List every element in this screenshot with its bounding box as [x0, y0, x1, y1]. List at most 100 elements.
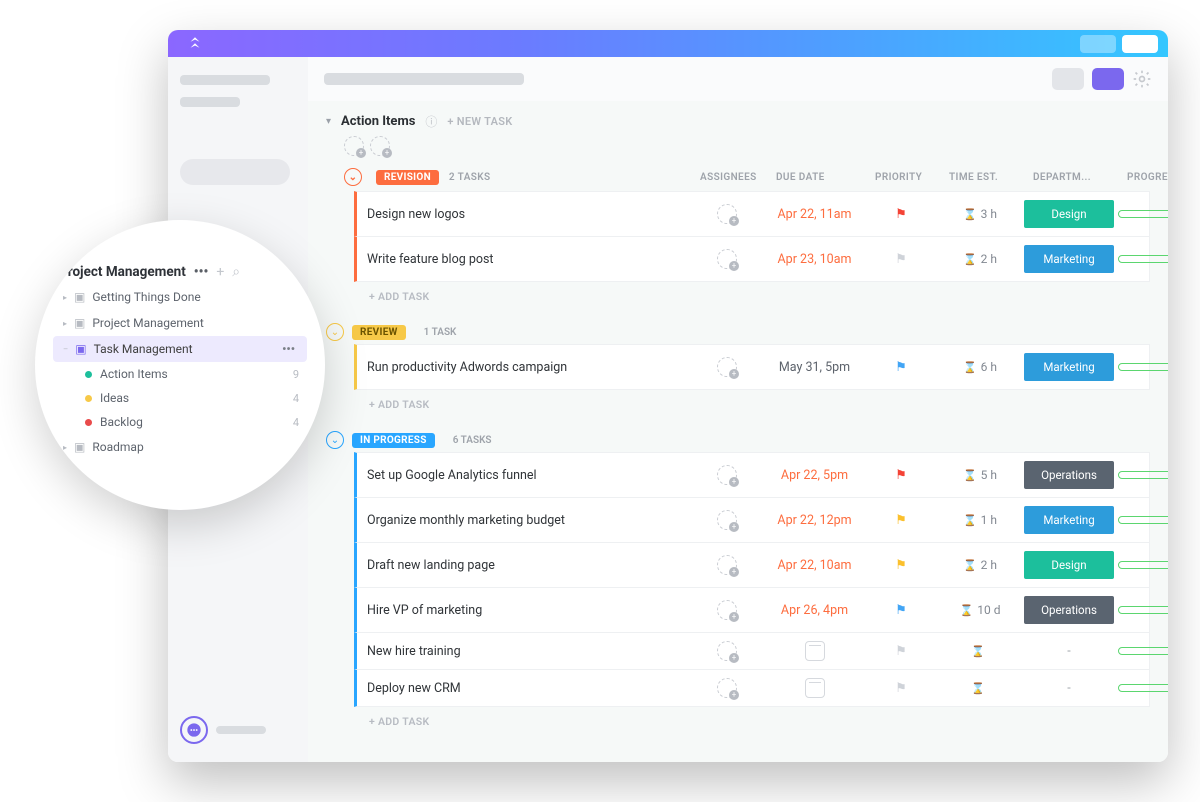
- task-row[interactable]: Draft new landing page + Apr 22, 10am ⚑ …: [354, 542, 1150, 588]
- tree-folder[interactable]: ▸ ▣ Roadmap: [53, 434, 307, 460]
- progress-cell[interactable]: 0%: [1118, 605, 1168, 616]
- priority-flag-icon[interactable]: ⚑: [866, 513, 936, 528]
- assignee-add-icon[interactable]: +: [717, 641, 737, 661]
- assignee-add-icon[interactable]: +: [717, 510, 737, 530]
- time-estimate[interactable]: ⌛6 h: [963, 360, 997, 374]
- due-date[interactable]: May 31, 5pm: [779, 360, 850, 375]
- progress-cell[interactable]: 0%: [1118, 560, 1168, 571]
- due-date[interactable]: Apr 26, 4pm: [781, 603, 848, 618]
- department-tag[interactable]: Design: [1024, 200, 1114, 228]
- priority-flag-icon[interactable]: ⚑: [866, 644, 936, 659]
- status-chip[interactable]: IN PROGRESS: [352, 433, 435, 448]
- task-row[interactable]: Design new logos + Apr 22, 11am ⚑ ⌛3 h D…: [354, 191, 1150, 237]
- status-chip[interactable]: REVIEW: [352, 325, 406, 340]
- collapse-group-icon[interactable]: ⌄: [326, 431, 344, 449]
- progress-cell[interactable]: 0%: [1118, 646, 1168, 657]
- tree-list[interactable]: Ideas 4: [53, 386, 307, 410]
- progress-cell[interactable]: 0%: [1118, 362, 1168, 373]
- department-tag[interactable]: Design: [1024, 551, 1114, 579]
- time-estimate[interactable]: ⌛5 h: [963, 468, 997, 482]
- task-row[interactable]: Run productivity Adwords campaign + May …: [354, 344, 1150, 390]
- department-tag[interactable]: Marketing: [1024, 353, 1114, 381]
- gear-icon[interactable]: [1132, 69, 1152, 89]
- task-row[interactable]: New hire training + ⚑ ⌛ - 0%: [354, 632, 1150, 670]
- task-name: Hire VP of marketing: [367, 603, 687, 618]
- tree-list[interactable]: Action Items 9: [53, 362, 307, 386]
- hourglass-icon[interactable]: ⌛: [971, 682, 985, 695]
- priority-flag-icon[interactable]: ⚑: [866, 558, 936, 573]
- view-toggle-1[interactable]: [1052, 68, 1084, 90]
- progress-cell[interactable]: 0%: [1118, 470, 1168, 481]
- time-estimate[interactable]: ⌛2 h: [963, 558, 997, 572]
- more-icon[interactable]: •••: [282, 342, 301, 356]
- due-date[interactable]: Apr 23, 10am: [778, 252, 852, 267]
- tree-folder[interactable]: – ▣ Task Management•••: [53, 336, 307, 362]
- hourglass-icon[interactable]: ⌛: [971, 645, 985, 658]
- department-tag[interactable]: Operations: [1024, 461, 1114, 489]
- collapse-group-icon[interactable]: ⌄: [326, 323, 344, 341]
- sidebar-skeleton: [216, 726, 266, 734]
- priority-flag-icon[interactable]: ⚑: [866, 681, 936, 696]
- department-empty[interactable]: -: [1067, 681, 1070, 696]
- tree-folder-label: Getting Things Done: [92, 290, 200, 304]
- task-row[interactable]: Organize monthly marketing budget + Apr …: [354, 497, 1150, 543]
- search-icon[interactable]: ⌕: [232, 264, 240, 280]
- time-estimate[interactable]: ⌛3 h: [963, 207, 997, 221]
- chevron-down-icon[interactable]: ▾: [326, 116, 331, 127]
- priority-flag-icon[interactable]: ⚑: [866, 468, 936, 483]
- space-title-row[interactable]: Project Management ••• + ⌕: [53, 260, 307, 284]
- add-task-button[interactable]: + ADD TASK: [354, 282, 1150, 311]
- task-row[interactable]: Write feature blog post + Apr 23, 10am ⚑…: [354, 236, 1150, 282]
- progress-cell[interactable]: 0%: [1118, 209, 1168, 220]
- progress-cell[interactable]: 0%: [1118, 254, 1168, 265]
- assignee-add-icon[interactable]: +: [717, 600, 737, 620]
- due-date[interactable]: Apr 22, 5pm: [781, 468, 848, 483]
- priority-flag-icon[interactable]: ⚑: [866, 360, 936, 375]
- priority-flag-icon[interactable]: ⚑: [866, 207, 936, 222]
- assignee-add-icon[interactable]: +: [717, 204, 737, 224]
- assignee-add-icon[interactable]: +: [717, 357, 737, 377]
- department-tag[interactable]: Operations: [1024, 596, 1114, 624]
- space-tree-popover: Project Management ••• + ⌕ ▸ ▣ Getting T…: [35, 220, 325, 510]
- priority-flag-icon[interactable]: ⚑: [866, 252, 936, 267]
- assignee-add-icon[interactable]: +: [717, 249, 737, 269]
- add-icon[interactable]: +: [216, 264, 224, 280]
- add-task-button[interactable]: + ADD TASK: [354, 390, 1150, 419]
- sidebar-search-pill[interactable]: [180, 159, 290, 185]
- task-row[interactable]: Deploy new CRM + ⚑ ⌛ - 0%: [354, 669, 1150, 707]
- tree-list[interactable]: Backlog 4: [53, 410, 307, 434]
- time-estimate[interactable]: ⌛1 h: [963, 513, 997, 527]
- calendar-icon[interactable]: [805, 678, 825, 698]
- progress-cell[interactable]: 0%: [1118, 683, 1168, 694]
- window-control-2[interactable]: [1122, 35, 1158, 53]
- tree-folder[interactable]: ▸ ▣ Getting Things Done: [53, 284, 307, 310]
- assignee-add-icon[interactable]: +: [717, 465, 737, 485]
- assignee-add-icon[interactable]: +: [344, 136, 364, 156]
- time-estimate[interactable]: ⌛10 d: [960, 603, 1001, 617]
- tree-folder[interactable]: ▸ ▣ Project Management: [53, 310, 307, 336]
- collapse-group-icon[interactable]: ⌄: [344, 168, 362, 186]
- department-tag[interactable]: Marketing: [1024, 506, 1114, 534]
- department-empty[interactable]: -: [1067, 644, 1070, 659]
- progress-cell[interactable]: 0%: [1118, 515, 1168, 526]
- chat-icon[interactable]: [180, 716, 208, 744]
- info-icon[interactable]: ⓘ: [425, 113, 437, 130]
- task-row[interactable]: Hire VP of marketing + Apr 26, 4pm ⚑ ⌛10…: [354, 587, 1150, 633]
- view-toggle-2[interactable]: [1092, 68, 1124, 90]
- due-date[interactable]: Apr 22, 12pm: [777, 513, 851, 528]
- assignee-add-icon[interactable]: +: [370, 136, 390, 156]
- window-control-1[interactable]: [1080, 35, 1116, 53]
- due-date[interactable]: Apr 22, 11am: [778, 207, 852, 222]
- new-task-button[interactable]: + NEW TASK: [447, 115, 512, 128]
- calendar-icon[interactable]: [805, 641, 825, 661]
- due-date[interactable]: Apr 22, 10am: [778, 558, 852, 573]
- status-chip[interactable]: REVISION: [376, 170, 439, 185]
- add-task-button[interactable]: + ADD TASK: [354, 707, 1150, 736]
- department-tag[interactable]: Marketing: [1024, 245, 1114, 273]
- priority-flag-icon[interactable]: ⚑: [866, 603, 936, 618]
- assignee-add-icon[interactable]: +: [717, 678, 737, 698]
- task-row[interactable]: Set up Google Analytics funnel + Apr 22,…: [354, 452, 1150, 498]
- time-estimate[interactable]: ⌛2 h: [963, 252, 997, 266]
- assignee-add-icon[interactable]: +: [717, 555, 737, 575]
- more-icon[interactable]: •••: [194, 264, 209, 280]
